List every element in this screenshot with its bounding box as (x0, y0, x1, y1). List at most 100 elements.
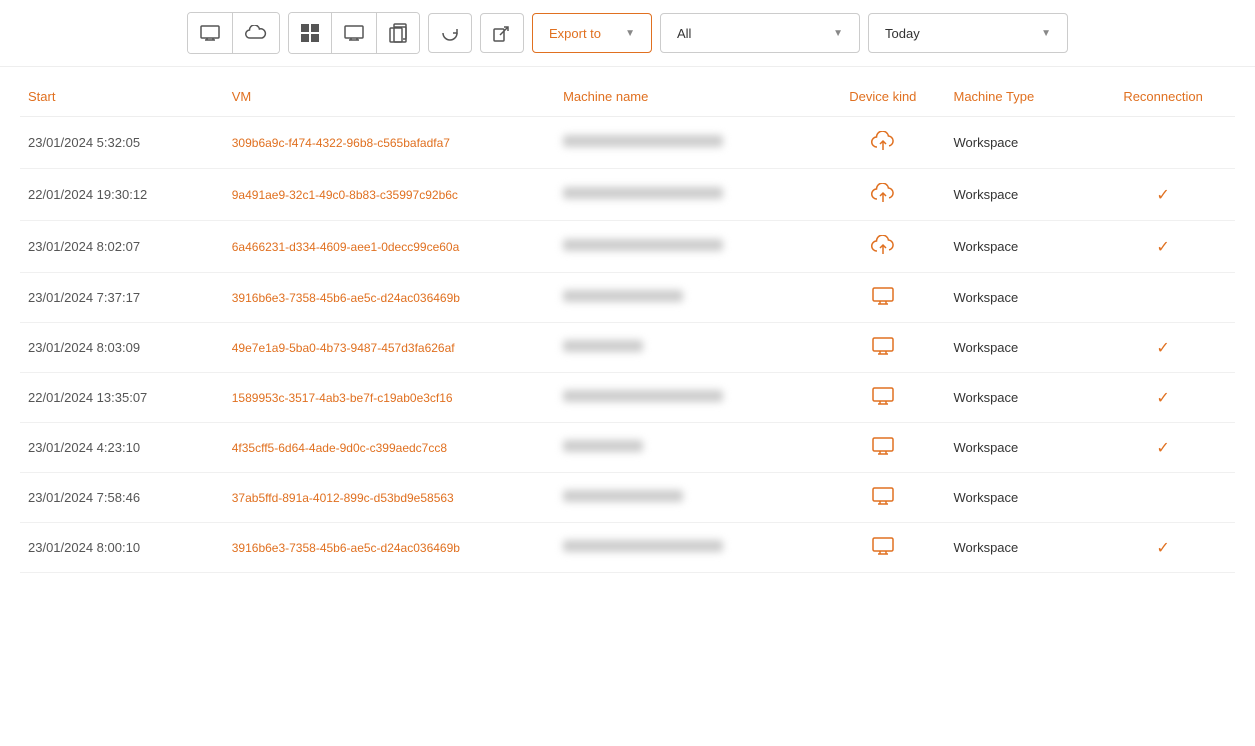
cell-machine-name (555, 473, 820, 523)
cell-reconnection: ✓ (1091, 323, 1235, 373)
cell-device-kind (820, 373, 945, 423)
cell-reconnection (1091, 273, 1235, 323)
copy-btn[interactable] (377, 13, 419, 53)
cell-vm: 6a466231-d334-4609-aee1-0decc99ce60a (224, 221, 555, 273)
export-arrow-icon: ▼ (625, 28, 635, 39)
monitor-icon (872, 293, 894, 308)
table-row: 23/01/2024 8:03:0949e7e1a9-5ba0-4b73-948… (20, 323, 1235, 373)
cell-vm: 3916b6e3-7358-45b6-ae5c-d24ac036469b (224, 273, 555, 323)
cell-machine-type: Workspace (945, 323, 1091, 373)
data-table-container: Start VM Machine name Device kind Machin… (0, 67, 1255, 573)
check-icon: ✓ (1156, 187, 1169, 204)
refresh-btn[interactable] (428, 13, 472, 53)
cell-device-kind (820, 169, 945, 221)
col-reconnection: Reconnection (1091, 77, 1235, 117)
cell-machine-name (555, 273, 820, 323)
cell-device-kind (820, 523, 945, 573)
cell-start: 23/01/2024 8:02:07 (20, 221, 224, 273)
cell-machine-type: Workspace (945, 473, 1091, 523)
monitor-icon (872, 393, 894, 408)
cell-machine-name (555, 117, 820, 169)
cell-machine-name (555, 373, 820, 423)
cloud-upload-icon (871, 191, 895, 206)
cell-reconnection: ✓ (1091, 373, 1235, 423)
cell-device-kind (820, 423, 945, 473)
cell-machine-type: Workspace (945, 169, 1091, 221)
table-row: 23/01/2024 7:37:173916b6e3-7358-45b6-ae5… (20, 273, 1235, 323)
cell-start: 23/01/2024 5:32:05 (20, 117, 224, 169)
cell-reconnection (1091, 473, 1235, 523)
cell-vm: 37ab5ffd-891a-4012-899c-d53bd9e58563 (224, 473, 555, 523)
today-dropdown-btn[interactable]: Today ▼ (868, 13, 1068, 53)
cell-device-kind (820, 473, 945, 523)
col-machine-type: Machine Type (945, 77, 1091, 117)
cell-start: 23/01/2024 8:03:09 (20, 323, 224, 373)
cell-start: 23/01/2024 7:37:17 (20, 273, 224, 323)
monitor-icon (872, 543, 894, 558)
table-row: 23/01/2024 8:00:103916b6e3-7358-45b6-ae5… (20, 523, 1235, 573)
os-toggle-group (288, 12, 420, 54)
export-dropdown-btn[interactable]: Export to ▼ (532, 13, 652, 53)
cell-start: 22/01/2024 13:35:07 (20, 373, 224, 423)
cloud-upload-icon (871, 243, 895, 258)
share-btn[interactable] (480, 13, 524, 53)
check-icon: ✓ (1156, 540, 1169, 557)
cell-reconnection: ✓ (1091, 523, 1235, 573)
cell-start: 23/01/2024 8:00:10 (20, 523, 224, 573)
monitor2-btn[interactable] (332, 13, 377, 53)
table-row: 22/01/2024 19:30:129a491ae9-32c1-49c0-8b… (20, 169, 1235, 221)
cell-machine-type: Workspace (945, 523, 1091, 573)
table-row: 23/01/2024 8:02:076a466231-d334-4609-aee… (20, 221, 1235, 273)
check-icon: ✓ (1156, 390, 1169, 407)
cell-machine-type: Workspace (945, 273, 1091, 323)
windows-btn[interactable] (289, 13, 332, 53)
monitor-icon (872, 343, 894, 358)
cell-reconnection: ✓ (1091, 221, 1235, 273)
cell-machine-type: Workspace (945, 423, 1091, 473)
check-icon: ✓ (1156, 440, 1169, 457)
cell-start: 23/01/2024 4:23:10 (20, 423, 224, 473)
cell-machine-name (555, 169, 820, 221)
cell-start: 23/01/2024 7:58:46 (20, 473, 224, 523)
cell-vm: 9a491ae9-32c1-49c0-8b83-c35997c92b6c (224, 169, 555, 221)
cloud-upload-icon (871, 139, 895, 154)
all-dropdown-btn[interactable]: All ▼ (660, 13, 860, 53)
cloud-view-btn[interactable] (233, 13, 279, 53)
table-header-row: Start VM Machine name Device kind Machin… (20, 77, 1235, 117)
monitor-icon (872, 493, 894, 508)
check-icon: ✓ (1156, 239, 1169, 256)
today-label: Today (885, 26, 920, 41)
today-arrow-icon: ▼ (1041, 28, 1051, 39)
table-row: 23/01/2024 7:58:4637ab5ffd-891a-4012-899… (20, 473, 1235, 523)
monitor-icon (872, 443, 894, 458)
monitor-view-btn[interactable] (188, 13, 233, 53)
table-row: 22/01/2024 13:35:071589953c-3517-4ab3-be… (20, 373, 1235, 423)
cell-machine-name (555, 323, 820, 373)
all-arrow-icon: ▼ (833, 28, 843, 39)
check-icon: ✓ (1156, 340, 1169, 357)
table-row: 23/01/2024 5:32:05309b6a9c-f474-4322-96b… (20, 117, 1235, 169)
table-row: 23/01/2024 4:23:104f35cff5-6d64-4ade-9d0… (20, 423, 1235, 473)
cell-machine-type: Workspace (945, 221, 1091, 273)
cell-reconnection (1091, 117, 1235, 169)
toolbar: Export to ▼ All ▼ Today ▼ (0, 0, 1255, 67)
cell-machine-name (555, 423, 820, 473)
cell-device-kind (820, 221, 945, 273)
export-label: Export to (549, 26, 601, 41)
cell-vm: 309b6a9c-f474-4322-96b8-c565bafadfa7 (224, 117, 555, 169)
sessions-table: Start VM Machine name Device kind Machin… (20, 77, 1235, 573)
cell-start: 22/01/2024 19:30:12 (20, 169, 224, 221)
view-toggle-group (187, 12, 280, 54)
all-label: All (677, 26, 691, 41)
cell-vm: 4f35cff5-6d64-4ade-9d0c-c399aedc7cc8 (224, 423, 555, 473)
cell-machine-type: Workspace (945, 373, 1091, 423)
col-machine-name: Machine name (555, 77, 820, 117)
cell-reconnection: ✓ (1091, 169, 1235, 221)
cell-vm: 3916b6e3-7358-45b6-ae5c-d24ac036469b (224, 523, 555, 573)
col-start: Start (20, 77, 224, 117)
col-device-kind: Device kind (820, 77, 945, 117)
cell-machine-type: Workspace (945, 117, 1091, 169)
cell-device-kind (820, 323, 945, 373)
cell-machine-name (555, 523, 820, 573)
cell-device-kind (820, 117, 945, 169)
